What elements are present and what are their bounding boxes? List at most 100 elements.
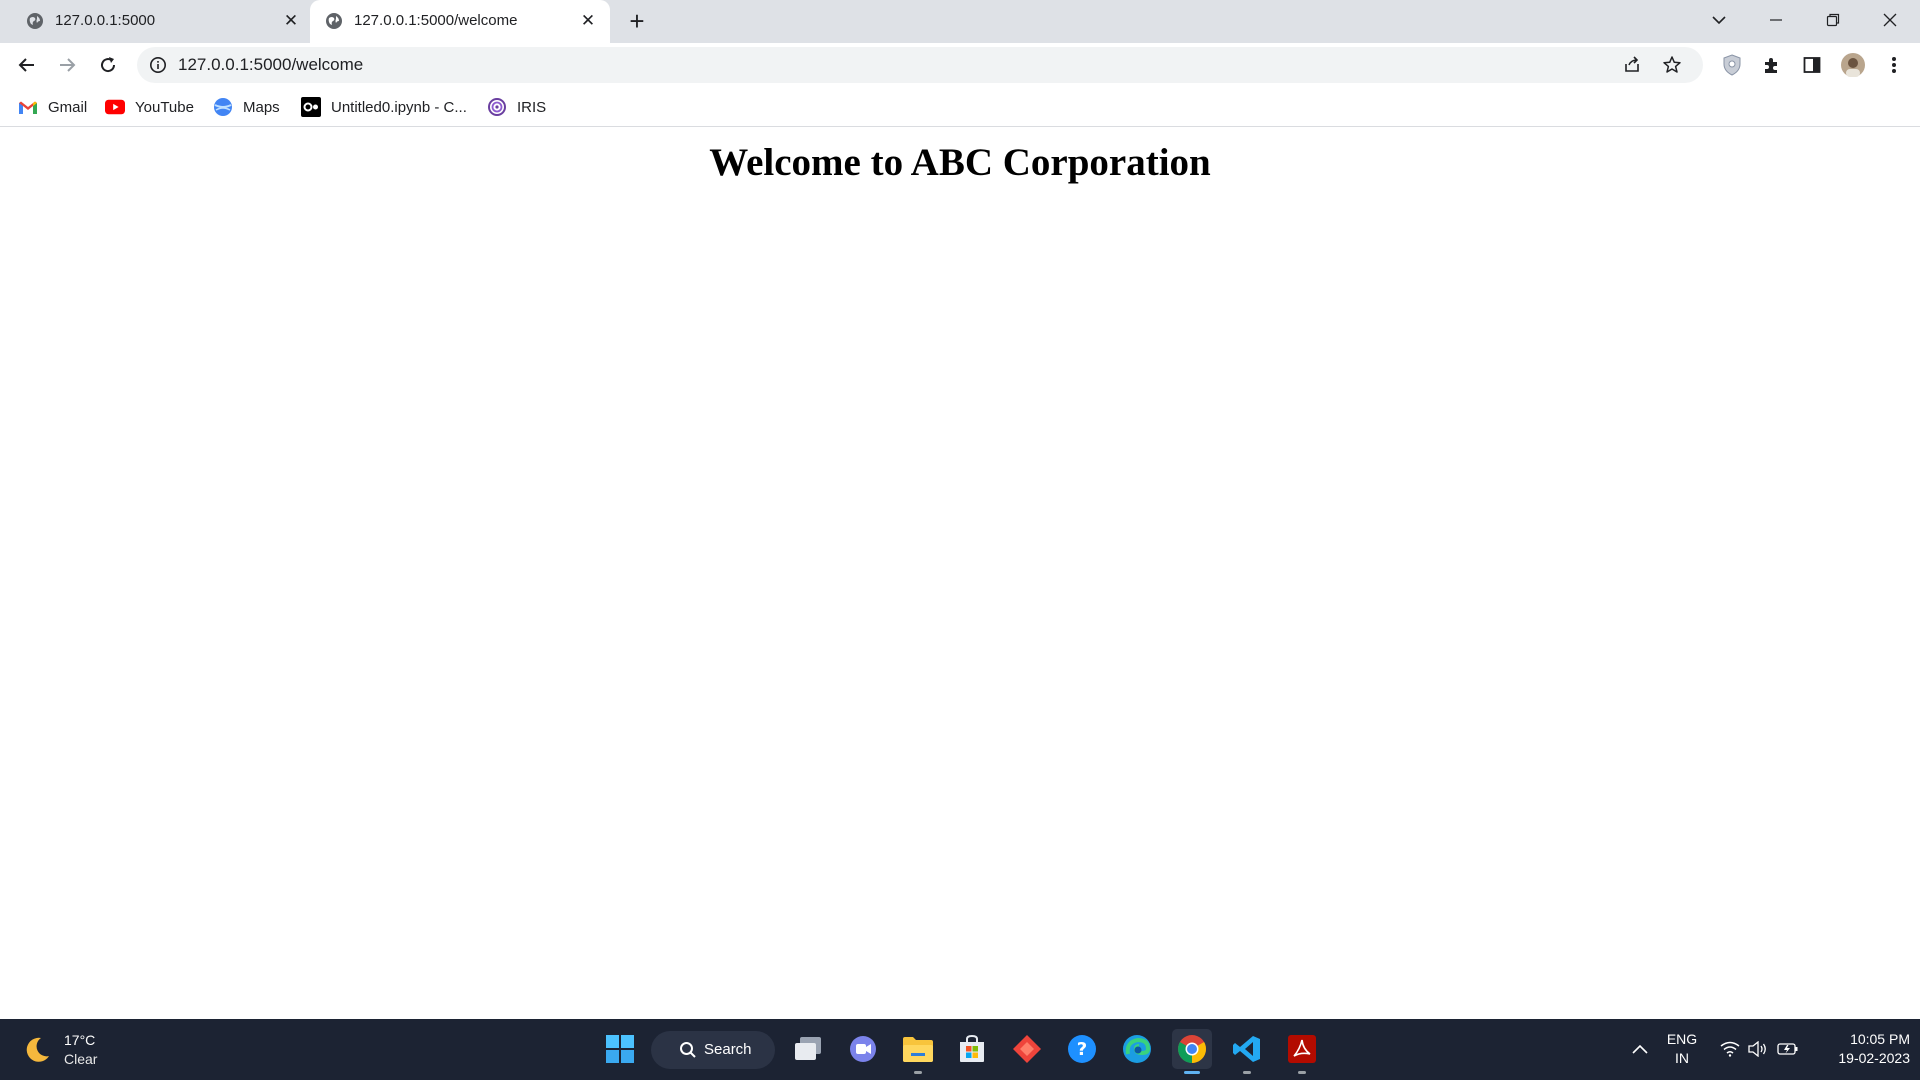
page-heading: Welcome to ABC Corporation xyxy=(709,141,1211,184)
bookmark-star-icon[interactable] xyxy=(1662,55,1682,75)
bookmarks-bar: Gmail YouTube Maps Untitled0.ipynb - C..… xyxy=(0,87,1920,127)
bookmark-maps[interactable]: Maps xyxy=(213,95,280,119)
language-code: ENG xyxy=(1666,1031,1698,1047)
bookmark-label: YouTube xyxy=(135,98,194,116)
extensions-icon[interactable] xyxy=(1760,53,1784,77)
bookmark-label: Untitled0.ipynb - C... xyxy=(331,98,467,116)
arrow-right-icon xyxy=(60,58,76,72)
bookmark-label: Gmail xyxy=(48,98,88,116)
input-language[interactable]: ENG IN xyxy=(1662,1030,1702,1068)
weather-condition: Clear xyxy=(64,1051,98,1067)
vscode-button[interactable] xyxy=(1227,1029,1267,1074)
profile-avatar[interactable] xyxy=(1841,53,1865,77)
show-hidden-icons[interactable] xyxy=(1627,1019,1653,1080)
chevron-up-icon xyxy=(1632,1044,1648,1054)
vscode-icon xyxy=(1233,1036,1260,1062)
arrow-left-icon xyxy=(18,58,34,72)
close-tab-icon[interactable]: ✕ xyxy=(282,12,300,30)
chevron-down-icon xyxy=(1712,16,1726,25)
start-button[interactable] xyxy=(600,1029,640,1069)
file-explorer-button[interactable] xyxy=(898,1029,938,1074)
shield-extension-icon[interactable] xyxy=(1720,53,1744,77)
windows-logo-icon xyxy=(606,1035,634,1063)
wifi-icon xyxy=(1720,1041,1740,1057)
task-view-button[interactable] xyxy=(788,1029,828,1069)
moon-icon xyxy=(26,1037,49,1062)
get-help-button[interactable]: ? xyxy=(1062,1029,1102,1069)
running-indicator xyxy=(1243,1071,1251,1074)
page-content: Welcome to ABC Corporation xyxy=(0,128,1920,1019)
reload-icon xyxy=(101,57,116,73)
bookmark-label: IRIS xyxy=(517,98,547,116)
tab-title: 127.0.0.1:5000 xyxy=(55,12,156,29)
region-code: IN xyxy=(1675,1050,1689,1066)
search-label: Search xyxy=(704,1041,752,1058)
more-menu-icon[interactable] xyxy=(1882,53,1906,77)
gmail-icon xyxy=(18,97,38,117)
chrome-icon xyxy=(1178,1035,1206,1063)
folder-icon xyxy=(903,1037,933,1062)
system-clock[interactable]: 10:05 PM 19-02-2023 xyxy=(1810,1030,1910,1068)
windows-taskbar: 17°C Clear Search ? ENG IN 10:05 PM 19-0… xyxy=(0,1019,1920,1080)
info-icon[interactable] xyxy=(149,56,167,74)
close-icon xyxy=(1883,13,1897,27)
volume-icon xyxy=(1748,1041,1766,1057)
weather-widget[interactable]: 17°C Clear xyxy=(22,1031,142,1071)
edge-icon xyxy=(1123,1035,1151,1063)
microsoft-store-button[interactable] xyxy=(952,1029,992,1069)
weather-temperature: 17°C xyxy=(64,1032,96,1048)
colab-icon xyxy=(301,97,321,117)
teams-chat-icon xyxy=(850,1036,876,1062)
forward-button[interactable] xyxy=(52,50,82,80)
bookmark-iris[interactable]: IRIS xyxy=(487,95,546,119)
clock-time: 10:05 PM xyxy=(1850,1031,1910,1047)
quick-settings[interactable] xyxy=(1716,1019,1806,1080)
tab-search-button[interactable] xyxy=(1691,0,1747,40)
bookmark-youtube[interactable]: YouTube xyxy=(105,95,194,119)
acrobat-icon xyxy=(1288,1035,1316,1063)
tab-title: 127.0.0.1:5000/welcome xyxy=(354,12,518,29)
bookmark-colab[interactable]: Untitled0.ipynb - C... xyxy=(301,95,467,119)
tab-welcome[interactable]: 127.0.0.1:5000/welcome ✕ xyxy=(310,0,610,43)
minimize-button[interactable] xyxy=(1748,0,1804,40)
globe-icon xyxy=(27,13,43,29)
battery-icon xyxy=(1777,1043,1798,1055)
share-icon[interactable] xyxy=(1622,55,1642,75)
anydesk-button[interactable] xyxy=(1007,1029,1047,1069)
restore-button[interactable] xyxy=(1805,0,1861,40)
minimize-icon xyxy=(1770,19,1782,21)
chrome-button[interactable] xyxy=(1172,1029,1212,1074)
task-view-icon xyxy=(795,1037,821,1060)
iris-icon xyxy=(487,97,507,117)
browser-toolbar: 127.0.0.1:5000/welcome xyxy=(0,43,1920,87)
anydesk-icon xyxy=(1013,1035,1041,1063)
back-button[interactable] xyxy=(12,50,42,80)
search-icon xyxy=(680,1042,696,1058)
tab-home[interactable]: 127.0.0.1:5000 ✕ xyxy=(10,0,306,43)
clock-date: 19-02-2023 xyxy=(1838,1050,1910,1066)
maps-icon xyxy=(213,97,233,117)
new-tab-button[interactable]: + xyxy=(624,8,650,35)
bookmark-label: Maps xyxy=(243,98,280,116)
close-tab-icon[interactable]: ✕ xyxy=(579,12,597,30)
restore-icon xyxy=(1826,13,1840,27)
edge-button[interactable] xyxy=(1117,1029,1157,1069)
address-bar[interactable]: 127.0.0.1:5000/welcome xyxy=(137,47,1703,83)
running-indicator xyxy=(1298,1071,1306,1074)
youtube-icon xyxy=(105,97,125,117)
teams-chat-button[interactable] xyxy=(843,1029,883,1069)
reload-button[interactable] xyxy=(93,50,123,80)
close-window-button[interactable] xyxy=(1862,0,1918,40)
running-indicator xyxy=(914,1071,922,1074)
taskbar-search[interactable]: Search xyxy=(651,1031,775,1069)
store-icon xyxy=(960,1034,984,1062)
bookmark-gmail[interactable]: Gmail xyxy=(18,95,87,119)
running-indicator xyxy=(1184,1071,1200,1074)
acrobat-button[interactable] xyxy=(1282,1029,1322,1074)
url-text[interactable]: 127.0.0.1:5000/welcome xyxy=(178,55,363,75)
side-panel-icon[interactable] xyxy=(1800,53,1824,77)
svg-text:?: ? xyxy=(1077,1039,1087,1060)
help-icon: ? xyxy=(1068,1035,1096,1063)
globe-icon xyxy=(326,13,342,29)
tab-strip: 127.0.0.1:5000 ✕ 127.0.0.1:5000/welcome … xyxy=(0,0,1920,43)
